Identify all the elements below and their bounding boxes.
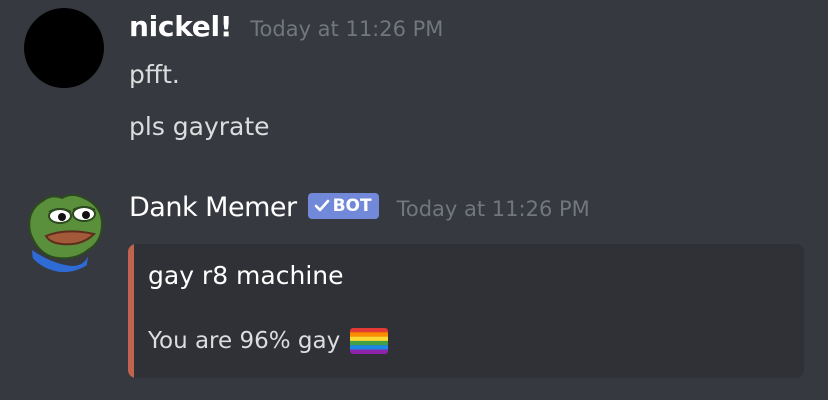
pepe-frog-avatar[interactable] [22, 188, 106, 272]
bot-badge: BOT [307, 193, 379, 219]
checkmark-icon [314, 199, 329, 212]
embed-description: You are 96% gay [148, 328, 389, 354]
embed: gay r8 machine You are 96% gay [128, 244, 804, 378]
embed-title: gay r8 machine [148, 261, 344, 290]
user-avatar[interactable] [24, 8, 104, 88]
embed-accent-bar [128, 244, 134, 378]
username[interactable]: nickel! [129, 10, 233, 43]
message-header: nickel! Today at 11:26 PM [129, 10, 443, 43]
username[interactable]: Dank Memer [129, 192, 297, 223]
embed-description-text: You are 96% gay [148, 328, 341, 354]
chat-view: nickel! Today at 11:26 PM pfft. pls gayr… [0, 0, 828, 400]
message-text: pls gayrate [129, 112, 270, 141]
pepe-frog-icon [22, 188, 106, 272]
timestamp: Today at 11:26 PM [250, 17, 444, 41]
message-header: Dank Memer BOT Today at 11:26 PM [129, 192, 590, 223]
bot-badge-label: BOT [332, 196, 372, 216]
rainbow-flag-icon [350, 328, 389, 354]
timestamp: Today at 11:26 PM [396, 197, 590, 221]
message-text: pfft. [129, 60, 180, 89]
